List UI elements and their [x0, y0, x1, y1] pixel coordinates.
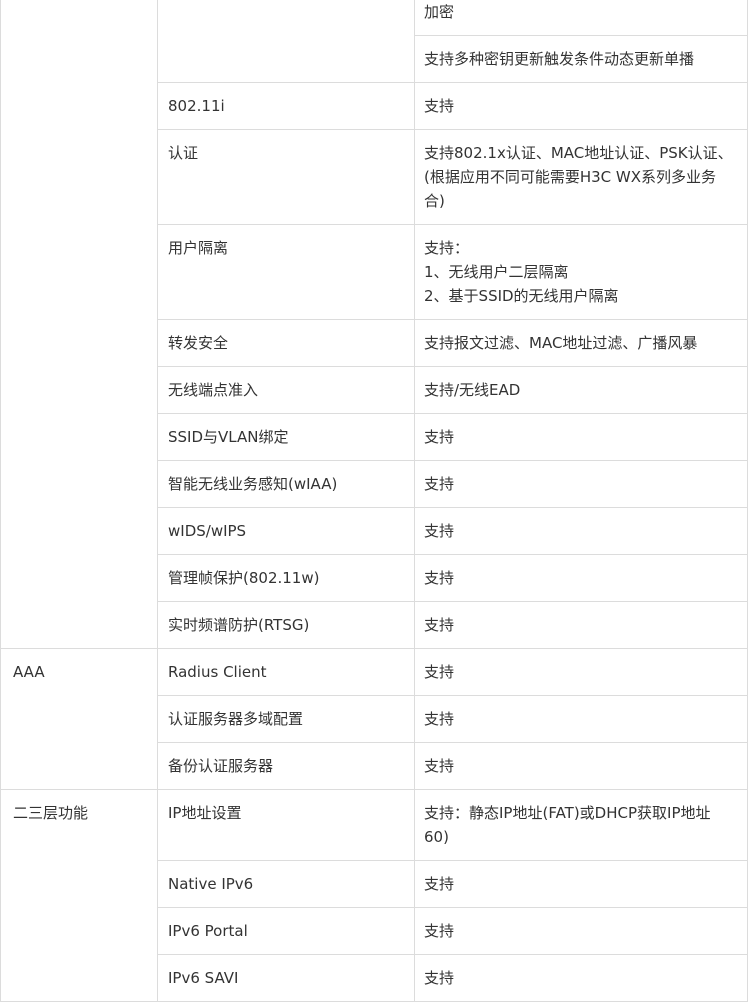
feature-cell: IPv6 SAVI [157, 954, 415, 1002]
value-cell: 支持 [414, 413, 748, 461]
value-line: 支持 [424, 97, 455, 115]
group-cell [0, 0, 158, 649]
value-cell: 支持： 1、无线用户二层隔离 2、基于SSID的无线用户隔离 [414, 224, 748, 320]
value-cell: 支持：静态IP地址(FAT)或DHCP获取IP地址 60) [414, 789, 748, 861]
table-row: 二三层功能 IP地址设置 支持：静态IP地址(FAT)或DHCP获取IP地址 6… [0, 789, 748, 1002]
value-line: 合) [424, 192, 445, 210]
table-row: AAA Radius Client 支持 [0, 648, 748, 790]
value-cell: 支持 [414, 742, 748, 790]
value-line: 支持报文过滤、MAC地址过滤、广播风暴 [424, 334, 698, 352]
feature-cell: 认证服务器多域配置 [157, 695, 415, 743]
feature-cell: Native IPv6 [157, 860, 415, 908]
feature-cell: 认证 [157, 129, 415, 225]
spec-table-body: 加密 支持多种密钥更新触发条件动态更新单播 802.11i 支持 认证 支持80… [0, 0, 748, 1002]
value-cell: 支持 [414, 82, 748, 130]
group-cell: AAA [0, 648, 158, 790]
value-line: 2、基于SSID的无线用户隔离 [424, 287, 619, 305]
value-cell: 支持 [414, 695, 748, 743]
value-cell: 支持 [414, 954, 748, 1002]
value-cell: 支持多种密钥更新触发条件动态更新单播 [414, 35, 748, 83]
value-cell: 支持 [414, 507, 748, 555]
value-cell: 支持 [414, 460, 748, 508]
value-line: 支持 [424, 616, 455, 634]
value-line: 支持 [424, 710, 455, 728]
value-line: 支持：静态IP地址(FAT)或DHCP获取IP地址 [424, 804, 711, 822]
value-cell: 支持 [414, 907, 748, 955]
value-cell: 支持802.1x认证、MAC地址认证、PSK认证、 (根据应用不同可能需要H3C… [414, 129, 748, 225]
feature-cell: 管理帧保护(802.11w) [157, 554, 415, 602]
feature-cell: SSID与VLAN绑定 [157, 413, 415, 461]
feature-cell: Radius Client [157, 648, 415, 696]
feature-cell: 用户隔离 [157, 224, 415, 320]
value-line: 支持 [424, 875, 455, 893]
feature-cell: IP地址设置 [157, 789, 415, 861]
spec-table: 加密 支持多种密钥更新触发条件动态更新单播 802.11i 支持 认证 支持80… [0, 0, 748, 1002]
value-line: 支持 [424, 922, 455, 940]
feature-cell: 转发安全 [157, 319, 415, 367]
value-line: 支持 [424, 569, 455, 587]
feature-cell [157, 0, 415, 83]
value-cell: 支持 [414, 860, 748, 908]
value-cell: 支持 [414, 554, 748, 602]
value-cell: 支持 [414, 648, 748, 696]
value-cell: 支持 [414, 601, 748, 649]
feature-cell: 实时频谱防护(RTSG) [157, 601, 415, 649]
value-cell: 支持/无线EAD [414, 366, 748, 414]
feature-cell: wIDS/wIPS [157, 507, 415, 555]
value-line: 支持 [424, 757, 455, 775]
table-row: 加密 [0, 0, 748, 649]
feature-cell: 无线端点准入 [157, 366, 415, 414]
feature-cell: IPv6 Portal [157, 907, 415, 955]
value-line: 支持 [424, 522, 455, 540]
value-line: 60) [424, 828, 449, 846]
value-line: 支持 [424, 475, 455, 493]
value-line: 支持802.1x认证、MAC地址认证、PSK认证、 [424, 144, 733, 162]
value-line: 支持 [424, 969, 455, 987]
value-line: 支持多种密钥更新触发条件动态更新单播 [424, 50, 695, 68]
value-line: 支持/无线EAD [424, 381, 521, 399]
value-line: 1、无线用户二层隔离 [424, 263, 569, 281]
value-line: 支持 [424, 428, 455, 446]
value-cell: 加密 [414, 0, 748, 36]
value-line: 支持： [424, 239, 470, 257]
value-line: 支持 [424, 663, 455, 681]
value-line: 加密 [424, 3, 455, 21]
feature-cell: 备份认证服务器 [157, 742, 415, 790]
group-cell: 二三层功能 [0, 789, 158, 1002]
value-line: (根据应用不同可能需要H3C WX系列多业务 [424, 168, 717, 186]
value-cell: 支持报文过滤、MAC地址过滤、广播风暴 [414, 319, 748, 367]
feature-cell: 802.11i [157, 82, 415, 130]
feature-cell: 智能无线业务感知(wIAA) [157, 460, 415, 508]
